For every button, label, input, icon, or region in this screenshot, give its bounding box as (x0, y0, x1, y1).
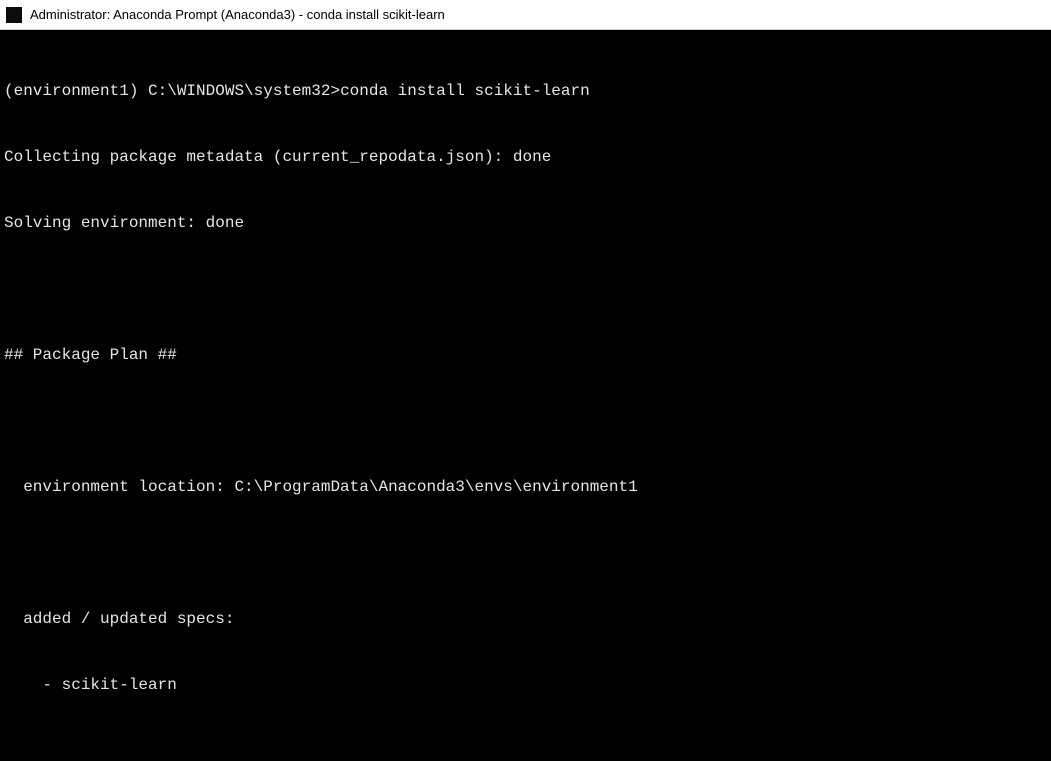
window-title: Administrator: Anaconda Prompt (Anaconda… (30, 7, 445, 22)
added-specs-item: - scikit-learn (4, 674, 1047, 696)
prompt-line: (environment1) C:\WINDOWS\system32>conda… (4, 80, 1047, 102)
blank-line (4, 278, 1047, 300)
added-specs-label: added / updated specs: (4, 608, 1047, 630)
prompt-text: (environment1) C:\WINDOWS\system32> (4, 82, 340, 100)
blank-line (4, 740, 1047, 761)
plan-header: ## Package Plan ## (4, 344, 1047, 366)
blank-line (4, 410, 1047, 432)
command-text: conda install scikit-learn (340, 82, 590, 100)
blank-line (4, 542, 1047, 564)
window-titlebar: Administrator: Anaconda Prompt (Anaconda… (0, 0, 1051, 30)
status-line: Solving environment: done (4, 212, 1047, 234)
terminal-icon (6, 7, 22, 23)
status-line: Collecting package metadata (current_rep… (4, 146, 1047, 168)
env-location: environment location: C:\ProgramData\Ana… (4, 476, 1047, 498)
terminal-output[interactable]: (environment1) C:\WINDOWS\system32>conda… (0, 30, 1051, 761)
